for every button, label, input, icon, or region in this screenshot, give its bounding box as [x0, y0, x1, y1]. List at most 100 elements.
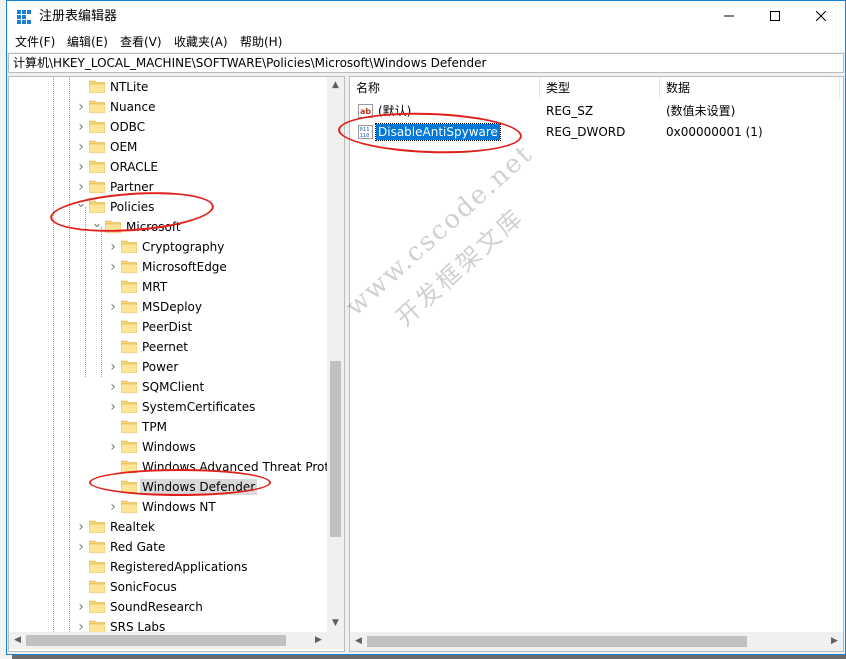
folder-icon: [89, 160, 105, 173]
tree-node[interactable]: › Red Gate: [9, 537, 339, 557]
expand-chevron-icon[interactable]: ›: [107, 437, 119, 457]
expand-chevron-icon[interactable]: ›: [107, 497, 119, 517]
expand-chevron-icon[interactable]: ›: [107, 397, 119, 417]
folder-icon: [121, 240, 137, 253]
folder-icon: [89, 560, 105, 573]
value-row-selected[interactable]: 011 110 DisableAntiSpyware REG_DWORD 0x0…: [350, 122, 840, 142]
menu-bar: 文件(F) 编辑(E) 查看(V) 收藏夹(A) 帮助(H): [7, 32, 845, 52]
tree-node[interactable]: MRT: [9, 277, 339, 297]
tree-vertical-scroll-thumb[interactable]: [330, 361, 341, 537]
tree-node[interactable]: › Nuance: [9, 97, 339, 117]
tree-node[interactable]: RegisteredApplications: [9, 557, 339, 577]
tree-node[interactable]: › OEM: [9, 137, 339, 157]
expand-chevron-icon[interactable]: ›: [75, 537, 87, 557]
tree-node-label: SoundResearch: [110, 600, 203, 614]
tree-node[interactable]: › Cryptography: [9, 237, 339, 257]
close-button[interactable]: [798, 1, 844, 31]
scroll-left-icon[interactable]: ◀: [350, 633, 367, 650]
folder-icon: [121, 300, 137, 313]
tree-node[interactable]: › Partner: [9, 177, 339, 197]
expand-chevron-icon[interactable]: ›: [107, 237, 119, 257]
tree-node-label: Windows Defender: [140, 479, 258, 495]
folder-icon: [121, 280, 137, 293]
tree-node-label: SystemCertificates: [142, 400, 256, 414]
expand-chevron-icon[interactable]: ›: [107, 377, 119, 397]
tree-node[interactable]: Peernet: [9, 337, 339, 357]
tree-node[interactable]: Windows Defender: [9, 477, 339, 497]
menu-favorites[interactable]: 收藏夹(A): [174, 34, 228, 50]
tree-node[interactable]: › ORACLE: [9, 157, 339, 177]
tree-node-label: Nuance: [110, 100, 156, 114]
tree-node-label: Power: [142, 360, 179, 374]
no-expander: [107, 457, 119, 477]
collapse-chevron-icon[interactable]: ⌄: [75, 197, 87, 217]
tree-node[interactable]: › Windows: [9, 437, 339, 457]
folder-icon: [89, 540, 105, 553]
tree-node-label: Partner: [110, 180, 154, 194]
expand-chevron-icon[interactable]: ›: [75, 157, 87, 177]
list-horizontal-scroll-thumb[interactable]: [367, 636, 747, 647]
folder-icon: [121, 500, 137, 513]
expand-chevron-icon[interactable]: ›: [75, 137, 87, 157]
menu-file[interactable]: 文件(F): [15, 34, 55, 50]
column-header-data[interactable]: 数据: [660, 77, 840, 99]
expand-chevron-icon[interactable]: ›: [75, 177, 87, 197]
scroll-left-icon[interactable]: ◀: [9, 632, 26, 649]
tree-vertical-scrollbar[interactable]: ▲ ▼: [327, 77, 344, 632]
scroll-down-icon[interactable]: ▼: [327, 615, 344, 632]
tree-node-label: MRT: [142, 280, 168, 294]
tree-node[interactable]: › Windows NT: [9, 497, 339, 517]
folder-icon: [121, 480, 137, 493]
tree-node[interactable]: Windows Advanced Threat Protec: [9, 457, 343, 477]
menu-view[interactable]: 查看(V): [120, 34, 162, 50]
close-icon: [816, 11, 826, 21]
expand-chevron-icon[interactable]: ›: [75, 597, 87, 617]
expand-chevron-icon[interactable]: ›: [107, 297, 119, 317]
menu-edit[interactable]: 编辑(E): [67, 34, 108, 50]
tree-node[interactable]: › ODBC: [9, 117, 339, 137]
expand-chevron-icon[interactable]: ›: [107, 257, 119, 277]
scroll-right-icon[interactable]: ▶: [826, 633, 843, 650]
list-horizontal-scrollbar[interactable]: ◀ ▶: [350, 632, 843, 651]
no-expander: [107, 417, 119, 437]
scroll-up-icon[interactable]: ▲: [327, 77, 344, 94]
tree-node[interactable]: TPM: [9, 417, 339, 437]
value-name: (默认): [378, 104, 412, 118]
scroll-right-icon[interactable]: ▶: [310, 632, 327, 649]
tree-node-label: Windows Advanced Threat Protec: [142, 460, 344, 474]
expand-chevron-icon[interactable]: ›: [107, 357, 119, 377]
tree-node[interactable]: SonicFocus: [9, 577, 339, 597]
tree-node[interactable]: › SystemCertificates: [9, 397, 339, 417]
column-header-name[interactable]: 名称: [350, 77, 540, 99]
collapse-chevron-icon[interactable]: ⌄: [91, 217, 103, 237]
tree-node-label: Cryptography: [142, 240, 225, 254]
expand-chevron-icon[interactable]: ›: [75, 97, 87, 117]
tree-horizontal-scrollbar[interactable]: ◀ ▶: [9, 632, 327, 649]
minimize-button[interactable]: [706, 1, 752, 31]
expand-chevron-icon[interactable]: ›: [75, 517, 87, 537]
menu-help[interactable]: 帮助(H): [240, 34, 282, 50]
tree-node-label: Policies: [110, 200, 155, 214]
tree-node[interactable]: › SQMClient: [9, 377, 339, 397]
maximize-button[interactable]: [752, 1, 798, 31]
tree-node[interactable]: › SoundResearch: [9, 597, 339, 617]
tree-node[interactable]: › Power: [9, 357, 339, 377]
tree-node[interactable]: ⌄ Policies: [9, 197, 339, 217]
tree-node[interactable]: › MicrosoftEdge: [9, 257, 339, 277]
value-data: 0x00000001 (1): [666, 125, 763, 139]
address-bar[interactable]: 计算机\HKEY_LOCAL_MACHINE\SOFTWARE\Policies…: [8, 53, 844, 73]
string-value-icon: ab: [358, 104, 373, 118]
minimize-icon: [724, 15, 734, 17]
tree-node[interactable]: PeerDist: [9, 317, 339, 337]
tree-node[interactable]: ⌄ Microsoft: [9, 217, 339, 237]
tree-node[interactable]: NTLite: [9, 77, 339, 97]
tree-node[interactable]: › Realtek: [9, 517, 339, 537]
tree-horizontal-scroll-thumb[interactable]: [26, 635, 286, 646]
tree-node-label: TPM: [142, 420, 167, 434]
tree-node[interactable]: › MSDeploy: [9, 297, 339, 317]
value-row[interactable]: ab (默认) REG_SZ (数值未设置): [350, 101, 840, 121]
column-header-type[interactable]: 类型: [540, 77, 660, 99]
folder-icon: [89, 100, 105, 113]
no-expander: [107, 277, 119, 297]
expand-chevron-icon[interactable]: ›: [75, 117, 87, 137]
